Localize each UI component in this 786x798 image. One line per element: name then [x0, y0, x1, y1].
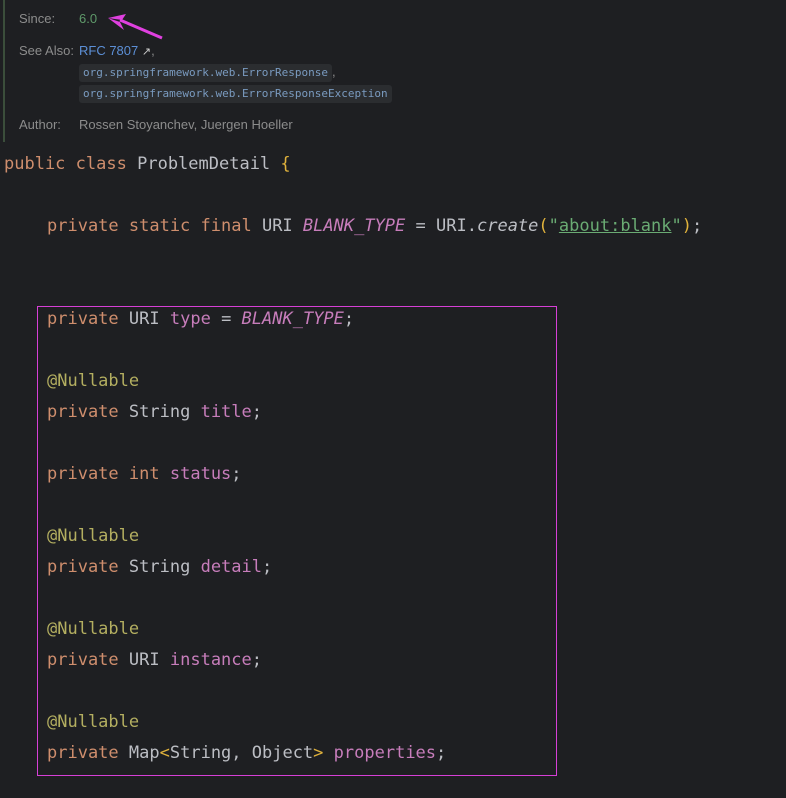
- blank-type-declaration: private static final URI BLANK_TYPE = UR…: [47, 216, 703, 236]
- rfc-link[interactable]: RFC 7807: [79, 43, 138, 58]
- author-label: Author:: [19, 117, 61, 132]
- about-blank-link[interactable]: about:blank: [559, 216, 672, 236]
- see-also-row: RFC 7807 ↗,: [79, 43, 155, 58]
- error-response-link[interactable]: org.springframework.web.ErrorResponse: [79, 64, 333, 82]
- class-declaration: public class ProblemDetail {: [4, 154, 291, 174]
- since-value: 6.0: [79, 11, 98, 26]
- class-name: ProblemDetail: [137, 154, 271, 174]
- see-also-item: org.springframework.web.ErrorResponse,: [79, 64, 336, 82]
- author-value: Rossen Stoyanchev, Juergen Hoeller: [79, 117, 293, 132]
- javadoc-panel: Since: 6.0 See Also: RFC 7807 ↗, org.spr…: [0, 0, 786, 142]
- error-response-exception-link[interactable]: org.springframework.web.ErrorResponseExc…: [79, 85, 392, 103]
- code-editor[interactable]: public class ProblemDetail { private sta…: [0, 0, 702, 763]
- see-also-label: See Also:: [19, 43, 74, 58]
- since-label: Since:: [19, 11, 56, 26]
- highlight-box: [37, 306, 557, 776]
- see-also-item: org.springframework.web.ErrorResponseExc…: [79, 85, 392, 103]
- external-link-icon: ↗: [141, 46, 152, 58]
- comma: ,: [151, 43, 155, 58]
- arrow-annotation: [108, 14, 163, 40]
- comma: ,: [332, 64, 336, 79]
